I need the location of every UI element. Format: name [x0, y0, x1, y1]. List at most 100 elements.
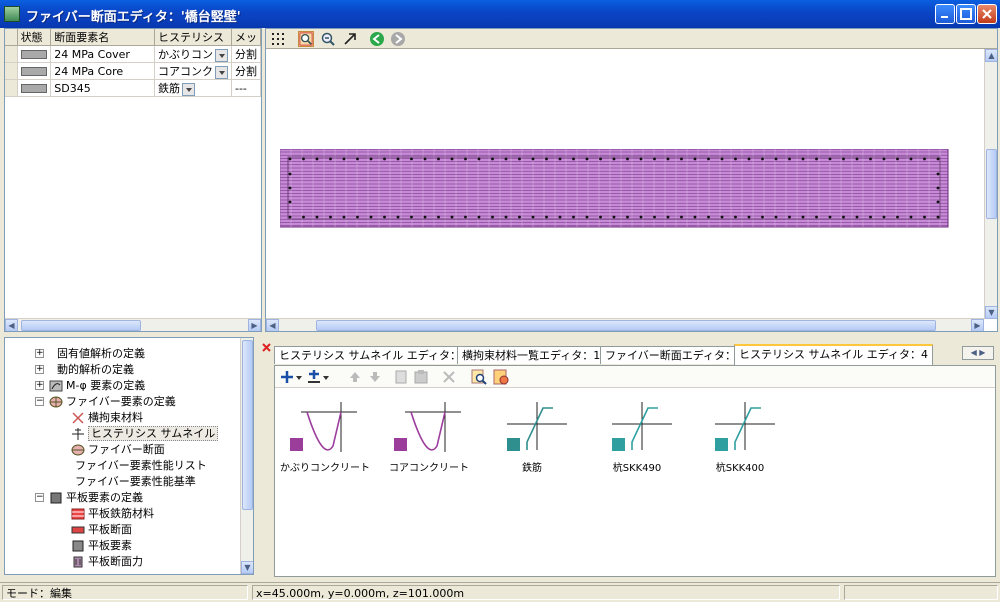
scroll-right-icon[interactable]: ▶ — [248, 319, 261, 331]
rebar-dot — [410, 215, 413, 219]
scroll-thumb[interactable] — [986, 149, 997, 219]
chevron-down-icon[interactable] — [181, 82, 195, 96]
scroll-thumb[interactable] — [316, 320, 936, 331]
element-name-cell[interactable]: SD345 — [50, 79, 155, 97]
hysteresis-cell[interactable]: コアコンク — [154, 62, 232, 80]
tree-item-plate-section-force[interactable]: 平板断面力 — [71, 554, 143, 570]
tab-fiber-section-editor-4[interactable]: ファイバー断面エディタ：4 — [600, 346, 749, 364]
hysteresis-thumbnail[interactable]: 杭SKK400 — [715, 402, 775, 474]
app-icon[interactable] — [4, 6, 20, 22]
table-row[interactable]: 24 MPa Cover かぶりコン 分割 — [5, 45, 261, 63]
column-header-mesh[interactable]: メッ — [231, 29, 261, 46]
back-icon[interactable] — [369, 31, 385, 47]
mesh-cell[interactable]: --- — [231, 79, 261, 97]
hysteresis-thumbnail[interactable]: かぶりコンクリート — [280, 402, 370, 474]
tab-hysteresis-thumbnail-3[interactable]: ヒステリシス サムネイル エディタ：3 — [274, 346, 474, 364]
delete-icon[interactable] — [441, 369, 457, 385]
column-header-status[interactable]: 状態 — [17, 29, 52, 46]
expand-icon[interactable]: + — [35, 349, 44, 358]
tab-confinement-material-list-1[interactable]: 横拘束材料一覧エディタ：1 — [457, 346, 606, 364]
rebar-dot — [936, 157, 940, 161]
expand-icon[interactable]: + — [35, 365, 44, 374]
maximize-button[interactable] — [956, 4, 976, 24]
forward-icon[interactable] — [390, 31, 406, 47]
tree-item-plate-element[interactable]: − 平板要素の定義 — [35, 490, 143, 506]
properties-icon[interactable] — [493, 369, 509, 385]
tree-vertical-scrollbar[interactable]: ▼ — [240, 338, 253, 574]
status-cell[interactable] — [17, 62, 52, 80]
scroll-left-icon[interactable]: ◀ — [266, 319, 279, 331]
hysteresis-thumbnail[interactable]: 杭SKK490 — [612, 402, 672, 474]
table-row[interactable]: SD345 鉄筋 --- — [5, 79, 261, 97]
row-header[interactable] — [5, 62, 18, 80]
hysteresis-cell[interactable]: かぶりコン — [154, 45, 232, 63]
rebar-dot — [680, 215, 683, 219]
scroll-thumb[interactable] — [242, 340, 253, 510]
element-name-cell[interactable]: 24 MPa Cover — [50, 45, 155, 63]
tree-item-fiber-performance-list[interactable]: ファイバー要素性能リスト — [75, 458, 207, 474]
fiber-section-drawing[interactable] — [280, 149, 950, 229]
tree-item-hysteresis-thumbnail[interactable]: ヒステリシス サムネイル — [71, 426, 219, 442]
chevron-down-icon[interactable] — [295, 369, 303, 385]
insert-icon[interactable] — [306, 369, 322, 385]
tab-scroll-buttons[interactable]: ◀ ▶ — [962, 346, 994, 360]
column-header-hysteresis[interactable]: ヒステリシス — [154, 29, 232, 46]
find-icon[interactable] — [471, 369, 487, 385]
status-cell[interactable] — [17, 45, 52, 63]
scroll-down-icon[interactable]: ▼ — [241, 561, 253, 574]
view-horizontal-scrollbar[interactable]: ◀ ▶ — [266, 318, 984, 331]
mesh-cell[interactable]: 分割 — [231, 45, 261, 63]
close-tab-icon[interactable] — [262, 343, 271, 352]
move-down-icon[interactable] — [367, 369, 383, 385]
mesh-cell[interactable]: 分割 — [231, 62, 261, 80]
tree-item-fiber-element[interactable]: − ファイバー要素の定義 — [35, 394, 176, 410]
pointer-arrow-icon[interactable] — [342, 31, 358, 47]
scroll-right-icon[interactable]: ▶ — [971, 319, 984, 331]
row-header[interactable] — [5, 79, 18, 97]
tree-item-confinement-material[interactable]: 横拘束材料 — [71, 410, 143, 426]
tree-item-fiber-section[interactable]: ファイバー断面 — [71, 442, 165, 458]
view-vertical-scrollbar[interactable]: ▲ ▼ — [984, 49, 997, 319]
chevron-down-icon[interactable] — [322, 369, 330, 385]
tree-item-plate-section[interactable]: 平板断面 — [71, 522, 132, 538]
rebar-dot — [828, 157, 832, 161]
tree-item-dynamic[interactable]: + 動的解析の定義 — [35, 362, 134, 378]
collapse-icon[interactable]: − — [35, 397, 44, 406]
tab-hysteresis-thumbnail-4[interactable]: ヒステリシス サムネイル エディタ：4 — [734, 344, 934, 365]
status-cell[interactable] — [17, 79, 52, 97]
collapse-icon[interactable]: − — [35, 493, 44, 502]
tree-item-eigenvalue[interactable]: + 固有値解析の定義 — [35, 346, 145, 362]
table-horizontal-scrollbar[interactable]: ◀ ▶ — [5, 318, 261, 331]
minimize-button[interactable] — [935, 4, 955, 24]
rebar-dot — [288, 200, 292, 204]
hysteresis-thumbnail[interactable]: 鉄筋 — [507, 402, 567, 474]
tree-item-plate-rebar[interactable]: 平板鉄筋材料 — [71, 506, 154, 522]
grid-icon[interactable] — [270, 31, 286, 47]
tree-item-fiber-performance-criteria[interactable]: ファイバー要素性能基準 — [75, 474, 196, 490]
add-icon[interactable] — [279, 369, 295, 385]
column-header-element-name[interactable]: 断面要素名 — [50, 29, 155, 46]
thumbnail-grid[interactable]: かぶりコンクリート コアコンクリート 鉄筋 杭SKK490 杭SKK400 — [275, 388, 995, 576]
paste-icon[interactable] — [413, 369, 429, 385]
element-name-cell[interactable]: 24 MPa Core — [50, 62, 155, 80]
scroll-left-icon[interactable]: ◀ — [5, 319, 18, 331]
scroll-up-icon[interactable]: ▲ — [985, 49, 997, 62]
tree-item-m-phi[interactable]: + M-φ 要素の定義 — [35, 378, 145, 394]
scroll-down-icon[interactable]: ▼ — [985, 306, 997, 319]
zoom-out-icon[interactable] — [320, 31, 336, 47]
zoom-fit-icon[interactable] — [298, 31, 314, 47]
close-button[interactable] — [977, 4, 997, 24]
rebar-dot — [504, 215, 508, 219]
move-up-icon[interactable] — [347, 369, 363, 385]
scroll-thumb[interactable] — [21, 320, 141, 331]
chevron-down-icon[interactable] — [214, 48, 228, 62]
table-row[interactable]: 24 MPa Core コアコンク 分割 — [5, 62, 261, 80]
row-header[interactable] — [5, 45, 18, 63]
section-outline[interactable] — [280, 149, 949, 228]
chevron-down-icon[interactable] — [214, 65, 228, 79]
hysteresis-thumbnail[interactable]: コアコンクリート — [389, 402, 469, 474]
hysteresis-cell[interactable]: 鉄筋 — [154, 79, 232, 97]
tree-item-plate[interactable]: 平板要素 — [71, 538, 132, 554]
copy-icon[interactable] — [393, 369, 409, 385]
expand-icon[interactable]: + — [35, 381, 44, 390]
